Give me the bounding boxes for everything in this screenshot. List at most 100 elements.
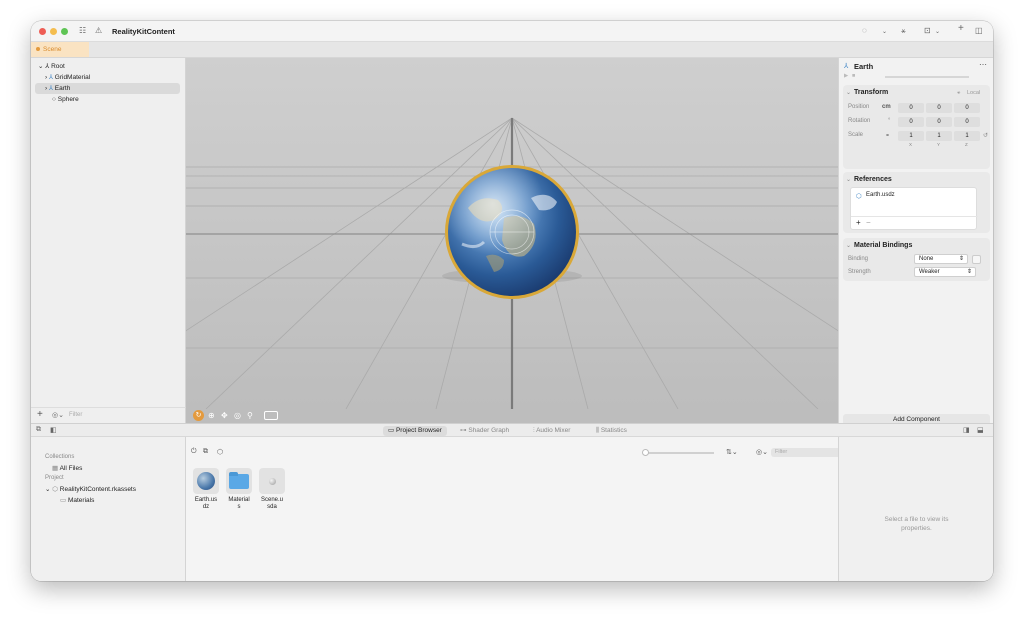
- entity-icon: ⅄: [45, 63, 50, 70]
- rotation-z-field[interactable]: 0: [954, 117, 980, 127]
- tree-item-label: GridMaterial: [54, 74, 91, 81]
- tab-label: Audio Mixer: [536, 427, 571, 434]
- import-icon[interactable]: ⏻: [191, 448, 197, 456]
- inspector-toggle-icon[interactable]: ◫: [975, 26, 983, 36]
- tab-scene[interactable]: Scene: [31, 42, 89, 57]
- link-icon[interactable]: ⚭: [885, 132, 890, 139]
- split-right-icon[interactable]: ◨: [963, 426, 970, 434]
- zoom-tool-icon[interactable]: ⚲: [247, 411, 253, 420]
- folder-label: Materials: [67, 497, 95, 504]
- scale-z-field[interactable]: 1: [954, 131, 980, 141]
- hierarchy-filter-input[interactable]: Filter: [69, 412, 82, 418]
- references-section: ⌄ References ⬡ Earth.usdz + −: [843, 172, 990, 233]
- filter-menu-icon[interactable]: ◎⌄: [756, 448, 768, 456]
- timeline-slider[interactable]: [885, 76, 969, 78]
- pan-tool-icon[interactable]: ✥: [221, 411, 228, 420]
- warning-icon[interactable]: ⚠: [95, 26, 102, 36]
- sort-icon[interactable]: ⇅⌄: [726, 448, 738, 456]
- tab-project-browser[interactable]: ▭ Project Browser: [383, 426, 447, 436]
- entity-name-field[interactable]: Earth: [854, 62, 873, 71]
- coordinate-space-toggle[interactable]: Local: [967, 90, 980, 96]
- camera-menu-chevron-icon[interactable]: ⌄: [935, 27, 940, 37]
- orbit-tool-icon[interactable]: ⊕: [208, 411, 215, 420]
- viewport-toolbar: ↻ ⊕ ✥ ◎ ⚲: [186, 409, 838, 423]
- file-earth-usdz[interactable]: Earth.us dz: [190, 468, 222, 511]
- remove-reference-button[interactable]: −: [866, 218, 871, 227]
- dolly-tool-icon[interactable]: ◎: [234, 411, 241, 420]
- disclosure-open-icon[interactable]: ⌄: [38, 63, 43, 70]
- binding-popup[interactable]: None ⇕: [914, 254, 968, 264]
- grid-icon: ▦: [52, 465, 59, 472]
- tab-statistics[interactable]: ⫼ Statistics: [591, 426, 632, 436]
- tree-item-gridmaterial[interactable]: › ⅄ GridMaterial: [45, 73, 90, 83]
- sidebar-icon[interactable]: ◧: [50, 426, 57, 434]
- split-bottom-icon[interactable]: ⬓: [977, 426, 984, 434]
- headset-icon[interactable]: ◌: [862, 26, 867, 36]
- shader-graph-icon: ⊶: [460, 427, 467, 434]
- filter-options-icon[interactable]: ◎⌄: [52, 411, 64, 419]
- scene-viewport[interactable]: [186, 58, 838, 409]
- slider-knob[interactable]: [642, 449, 649, 456]
- collection-all-files[interactable]: ▦ All Files: [52, 464, 82, 472]
- hierarchy-panel-icon[interactable]: ⧉: [36, 426, 41, 434]
- rotation-y-field[interactable]: 0: [926, 117, 952, 127]
- app-window: ☷ ⚠ RealityKitContent ◌ ⌄ ⚹ ⊡ ⌄ + ◫ Scen…: [31, 21, 993, 581]
- play-icon[interactable]: ▶: [844, 73, 848, 79]
- collapse-chevron-icon[interactable]: ⌄: [846, 242, 851, 249]
- reference-item[interactable]: Earth.usdz: [866, 192, 895, 198]
- add-reference-button[interactable]: +: [856, 218, 861, 227]
- disclosure-closed-icon[interactable]: ›: [45, 74, 47, 81]
- tree-item-earth[interactable]: › ⅄ Earth: [45, 84, 70, 94]
- collapse-chevron-icon[interactable]: ⌄: [846, 176, 851, 183]
- usdz-file-icon: ⬡: [856, 193, 862, 200]
- minimize-window-button[interactable]: [50, 28, 57, 35]
- camera-icon[interactable]: ⊡: [924, 26, 931, 36]
- project-root[interactable]: ⌄ ⬡ RealityKitContent.rkassets: [45, 485, 136, 493]
- coordinate-space-icon[interactable]: ⚹: [957, 90, 960, 97]
- collapse-chevron-icon[interactable]: ⌄: [846, 89, 851, 96]
- zoom-window-button[interactable]: [61, 28, 68, 35]
- position-x-field[interactable]: 0: [898, 103, 924, 113]
- earth-thumbnail: [193, 468, 219, 494]
- project-browser: ⏻ ⧉ ⬡ ⇅⌄ ◎⌄ Filter Earth.us dz Material …: [186, 437, 863, 581]
- folder-thumbnail: [226, 468, 252, 494]
- folder-materials-item[interactable]: Material s: [223, 468, 255, 511]
- position-z-field[interactable]: 0: [954, 103, 980, 113]
- transform-title: Transform: [854, 89, 889, 96]
- more-options-icon[interactable]: ⋯: [979, 60, 987, 69]
- new-folder-icon[interactable]: ⧉: [203, 448, 208, 456]
- frame-view-icon[interactable]: [264, 411, 278, 420]
- entity-add-icon[interactable]: ⚹: [901, 26, 906, 36]
- close-window-button[interactable]: [39, 28, 46, 35]
- file-scene-usda[interactable]: Scene.u sda: [256, 468, 288, 511]
- select-tool-icon[interactable]: ↻: [193, 410, 204, 421]
- disclosure-open-icon[interactable]: ⌄: [45, 486, 50, 493]
- tree-item-root[interactable]: ⌄ ⅄ Root: [38, 62, 65, 72]
- thumbnail-size-slider[interactable]: [642, 449, 714, 456]
- rotation-x-field[interactable]: 0: [898, 117, 924, 127]
- axis-y-label: Y: [937, 142, 941, 147]
- add-icon[interactable]: +: [958, 24, 964, 34]
- popup-chevron-icon: ⇕: [958, 256, 964, 262]
- references-list: ⬡ Earth.usdz + −: [850, 187, 978, 230]
- position-y-field[interactable]: 0: [926, 103, 952, 113]
- scale-y-field[interactable]: 1: [926, 131, 952, 141]
- add-entity-icon[interactable]: +: [37, 409, 43, 420]
- tab-audio-mixer[interactable]: ⫶ Audio Mixer: [528, 426, 575, 436]
- scale-x-field[interactable]: 1: [898, 131, 924, 141]
- folder-materials[interactable]: ▭ Materials: [60, 496, 94, 504]
- axis-z-label: Z: [965, 142, 968, 147]
- tree-item-sphere[interactable]: ○ Sphere: [52, 95, 79, 105]
- strength-popup[interactable]: Weaker ⇕: [914, 267, 976, 277]
- file-label: Material s: [228, 497, 250, 510]
- material-link-icon[interactable]: [972, 255, 981, 264]
- tab-bar: Scene: [31, 42, 993, 58]
- sidebar-toggle-icon[interactable]: ☷: [79, 26, 86, 36]
- add-asset-icon[interactable]: ⬡: [217, 448, 223, 456]
- stop-icon[interactable]: ■: [852, 73, 855, 79]
- tab-shader-graph[interactable]: ⊶ Shader Graph: [455, 426, 514, 436]
- disclosure-closed-icon[interactable]: ›: [45, 85, 47, 92]
- chevron-down-icon[interactable]: ⌄: [882, 27, 887, 37]
- project-header: Project: [45, 475, 64, 481]
- reset-icon[interactable]: ↺: [983, 132, 988, 139]
